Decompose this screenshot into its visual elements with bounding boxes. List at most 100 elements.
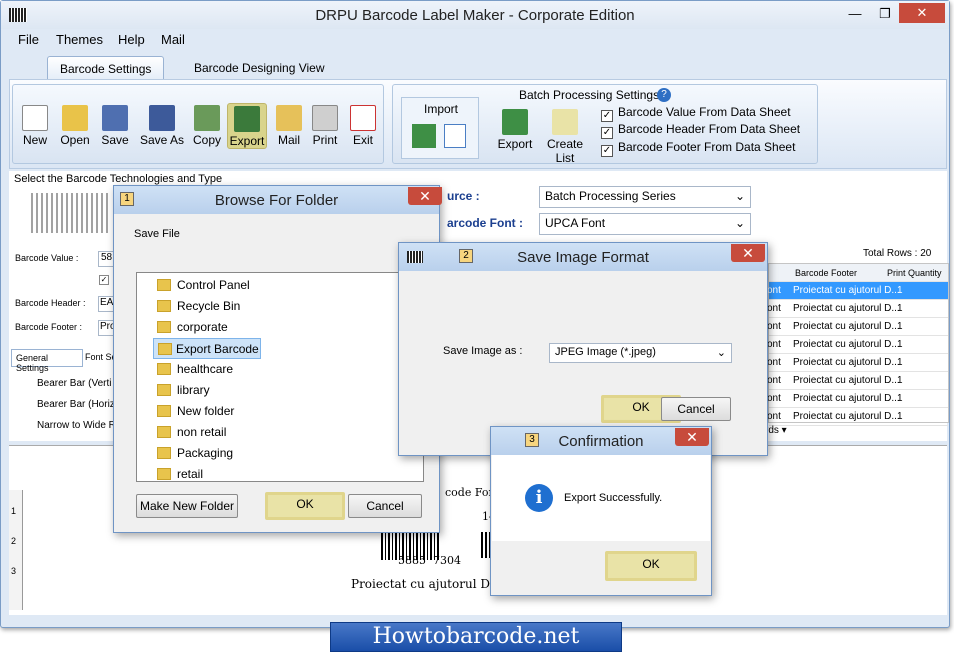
- batch-export-icon: [502, 109, 528, 135]
- check-footer-datasheet[interactable]: ✓ Barcode Footer From Data Sheet: [601, 140, 795, 157]
- maximize-button[interactable]: ❐: [871, 4, 899, 24]
- folder-item[interactable]: Export Barcode: [153, 338, 261, 359]
- folder-label: library: [177, 383, 210, 397]
- save-as-button[interactable]: Save As: [139, 105, 185, 147]
- barcode-footer-label: Barcode Footer :: [15, 322, 83, 332]
- narrow-wide-label: Narrow to Wide R: [37, 420, 116, 431]
- folder-label: non retail: [177, 425, 227, 439]
- menu-help[interactable]: Help: [118, 32, 145, 47]
- new-button[interactable]: New: [15, 105, 55, 147]
- folder-item[interactable]: Packaging: [137, 443, 407, 464]
- create-list-button[interactable]: Create List: [537, 109, 593, 165]
- browse-cancel-button[interactable]: Cancel: [348, 494, 422, 518]
- table-row[interactable]: ont Proiectat cu ajutorul D... 1: [767, 372, 948, 390]
- help-icon[interactable]: ?: [657, 88, 671, 102]
- mail-button[interactable]: Mail: [269, 105, 309, 147]
- menu-file[interactable]: File: [18, 32, 39, 47]
- file-group: New Open Save Save As Copy Export Mail P…: [12, 84, 384, 164]
- folder-icon: [157, 468, 171, 480]
- folder-label: Packaging: [177, 446, 234, 460]
- folder-item[interactable]: retail: [137, 464, 407, 481]
- import-box: Import: [401, 97, 479, 159]
- confirmation-message: Export Successfully.: [564, 492, 663, 504]
- tab-barcode-settings[interactable]: Barcode Settings: [47, 56, 165, 80]
- tab-barcode-designing-view[interactable]: Barcode Designing View: [182, 56, 337, 80]
- print-button[interactable]: Print: [305, 105, 345, 147]
- folder-item[interactable]: corporate: [137, 317, 407, 338]
- close-icon[interactable]: ✕: [731, 244, 765, 262]
- save-button[interactable]: Save: [95, 105, 135, 147]
- close-icon[interactable]: ✕: [408, 187, 442, 205]
- import-label: Import: [424, 102, 459, 116]
- info-icon: i: [525, 484, 553, 512]
- folder-item[interactable]: healthcare: [137, 359, 407, 380]
- chevron-down-icon: ⌄: [734, 216, 745, 230]
- dialog-title: Browse For Folder: [214, 192, 339, 209]
- dialog-title-bar: 1 Browse For Folder ✕: [114, 186, 442, 214]
- barcode-type-thumbnails[interactable]: [31, 193, 111, 233]
- import-excel-icon[interactable]: [412, 124, 436, 148]
- menu-mail[interactable]: Mail: [161, 32, 185, 47]
- save-icon: [102, 105, 128, 131]
- table-row[interactable]: ont Proiectat cu ajutorul D... 1: [767, 408, 948, 426]
- check-value-datasheet[interactable]: ✓ Barcode Value From Data Sheet: [601, 105, 791, 122]
- data-grid[interactable]: Barcode Footer Print Quantity ont Proiect…: [767, 263, 949, 426]
- dialog-title-bar: 3 Confirmation ✕: [491, 427, 711, 455]
- dialog-title: Save Image Format: [517, 249, 649, 266]
- folder-item[interactable]: library: [137, 380, 407, 401]
- import-file-icon[interactable]: [444, 124, 466, 148]
- menu-themes[interactable]: Themes: [56, 32, 103, 47]
- open-button[interactable]: Open: [55, 105, 95, 147]
- table-row[interactable]: ont Proiectat cu ajutorul D... 1: [767, 318, 948, 336]
- chevron-down-icon: ⌄: [734, 189, 745, 203]
- preview-header-text: code For: [445, 486, 494, 499]
- check-header-datasheet[interactable]: ✓ Barcode Header From Data Sheet: [601, 122, 800, 139]
- folder-icon: [157, 426, 171, 438]
- folder-item[interactable]: non retail: [137, 422, 407, 443]
- image-format-select[interactable]: JPEG Image (*.jpeg) ⌄: [549, 343, 732, 363]
- table-row[interactable]: ont Proiectat cu ajutorul D... 1: [767, 336, 948, 354]
- close-button[interactable]: ✕: [899, 3, 945, 23]
- exit-icon: [350, 105, 376, 131]
- folder-icon: [157, 405, 171, 417]
- tab-strip: Barcode Settings Barcode Designing View: [9, 53, 947, 80]
- table-row[interactable]: ont Proiectat cu ajutorul D... 1: [767, 390, 948, 408]
- folder-label: retail: [177, 467, 204, 481]
- batch-export-button[interactable]: Export: [495, 109, 535, 151]
- confirmation-dialog: 3 Confirmation ✕ i Export Successfully. …: [490, 426, 712, 596]
- batch-title: Batch Processing Settings: [519, 88, 660, 102]
- table-row[interactable]: ont Proiectat cu ajutorul D... 1: [767, 354, 948, 372]
- save-image-cancel-button[interactable]: Cancel: [661, 397, 731, 421]
- copy-button[interactable]: Copy: [187, 105, 227, 147]
- folder-label: New folder: [177, 404, 235, 418]
- table-row[interactable]: ont Proiectat cu ajutorul D... 1: [767, 282, 948, 300]
- close-icon[interactable]: ✕: [675, 428, 709, 446]
- preview-digits-b: 7304: [433, 554, 461, 567]
- confirmation-ok-button[interactable]: OK: [605, 551, 697, 581]
- folder-tree[interactable]: Control Panel Recycle Bin corporate Export …: [136, 272, 424, 482]
- barcode-font-select[interactable]: UPCA Font ⌄: [539, 213, 751, 235]
- folder-item[interactable]: New folder: [137, 401, 407, 422]
- tab-general-settings[interactable]: General Settings: [11, 349, 83, 373]
- browse-ok-button[interactable]: OK: [265, 492, 345, 520]
- folder-item[interactable]: Recycle Bin: [137, 296, 407, 317]
- folder-icon: [157, 363, 171, 375]
- browse-folder-dialog: 1 Browse For Folder ✕ Save File Control …: [113, 185, 442, 533]
- folder-label: Export Barcode: [176, 342, 259, 356]
- value-checkbox[interactable]: ✓: [99, 275, 109, 285]
- new-icon: [22, 105, 48, 131]
- export-button[interactable]: Export: [227, 103, 267, 149]
- copy-icon: [194, 105, 220, 131]
- dialog-title-bar: 2 Save Image Format ✕: [399, 243, 767, 271]
- data-source-select[interactable]: Batch Processing Series ⌄: [539, 186, 751, 208]
- tab-font-settings[interactable]: Font Se: [85, 352, 117, 362]
- make-new-folder-button[interactable]: Make New Folder: [136, 494, 238, 518]
- vertical-ruler: 1 2 3: [9, 490, 23, 610]
- more-records-link[interactable]: rds ▾: [765, 425, 787, 436]
- exit-button[interactable]: Exit: [343, 105, 383, 147]
- folder-item[interactable]: Control Panel: [137, 275, 407, 296]
- menu-bar: File Themes Help Mail: [1, 29, 949, 51]
- brand-footer: Howtobarcode.net: [330, 622, 622, 652]
- minimize-button[interactable]: —: [841, 4, 869, 24]
- table-row[interactable]: ont Proiectat cu ajutorul D... 1: [767, 300, 948, 318]
